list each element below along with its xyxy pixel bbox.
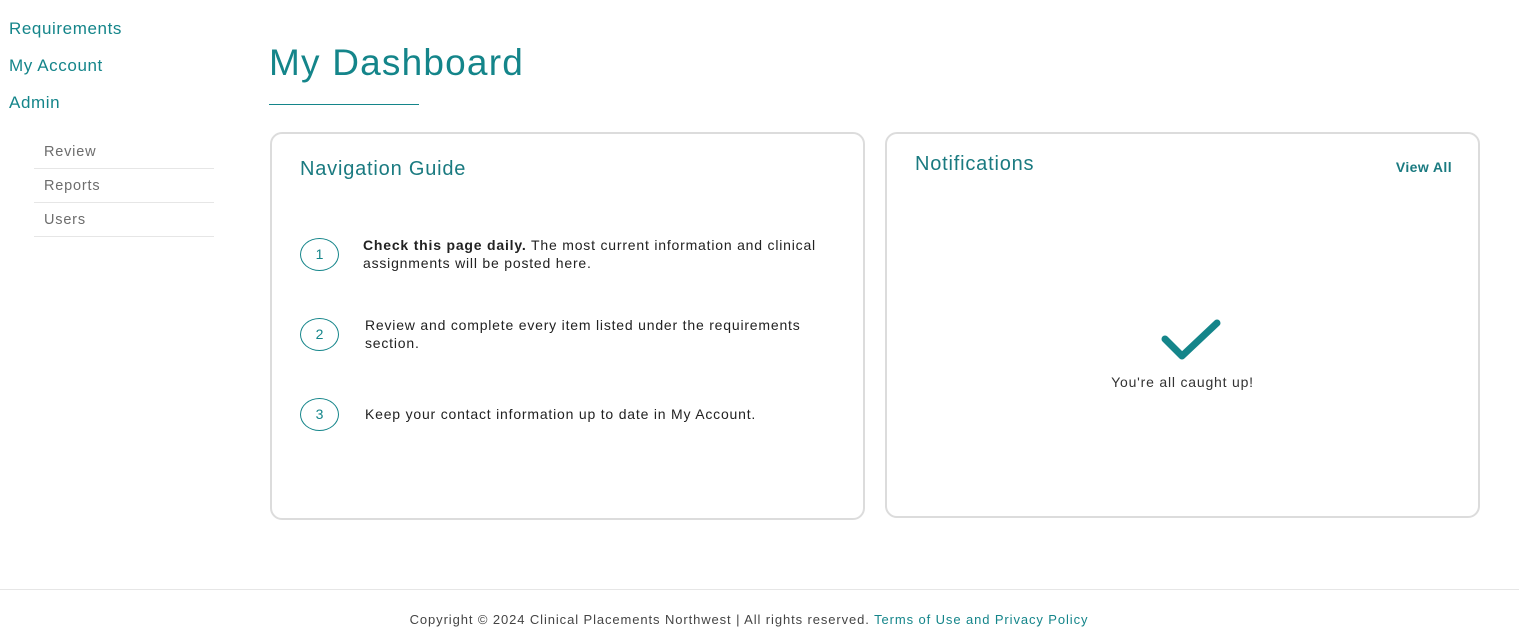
notifications-card: Notifications View All You're all caught… bbox=[885, 132, 1480, 518]
checkmark-icon bbox=[1161, 319, 1221, 360]
step-number-badge: 2 bbox=[300, 318, 339, 351]
step-number-badge: 3 bbox=[300, 398, 339, 431]
notifications-title: Notifications bbox=[915, 153, 1035, 175]
admin-subnav: Review Reports Users bbox=[34, 135, 214, 237]
step-number-badge: 1 bbox=[300, 238, 339, 271]
step-text: Check this page daily. The most current … bbox=[363, 236, 833, 272]
step-text: Review and complete every item listed un… bbox=[365, 316, 835, 352]
title-underline bbox=[269, 104, 419, 105]
subnav-review[interactable]: Review bbox=[34, 135, 214, 169]
nav-admin[interactable]: Admin bbox=[9, 92, 219, 129]
step-text: Keep your contact information up to date… bbox=[365, 405, 835, 423]
footer-divider bbox=[0, 589, 1519, 590]
sidebar-nav: Requirements My Account Admin Review Rep… bbox=[9, 18, 219, 237]
page-title: My Dashboard bbox=[269, 42, 525, 83]
footer: Copyright © 2024 Clinical Placements Nor… bbox=[0, 612, 1498, 627]
nav-requirements[interactable]: Requirements bbox=[9, 18, 219, 55]
subnav-users[interactable]: Users bbox=[34, 203, 214, 237]
empty-state-message: You're all caught up! bbox=[1111, 374, 1254, 390]
nav-my-account[interactable]: My Account bbox=[9, 55, 219, 92]
step-bold-text: Check this page daily. bbox=[363, 237, 527, 253]
step-body-text: Review and complete every item listed un… bbox=[365, 317, 801, 351]
subnav-reports[interactable]: Reports bbox=[34, 169, 214, 203]
terms-privacy-link[interactable]: Terms of Use and Privacy Policy bbox=[874, 612, 1088, 627]
view-all-link[interactable]: View All bbox=[1396, 159, 1452, 175]
navigation-guide-title: Navigation Guide bbox=[300, 158, 467, 180]
step-body-text: Keep your contact information up to date… bbox=[365, 406, 757, 422]
navigation-guide-card: Navigation Guide 1 Check this page daily… bbox=[270, 132, 865, 520]
copyright-text: Copyright © 2024 Clinical Placements Nor… bbox=[409, 612, 870, 627]
